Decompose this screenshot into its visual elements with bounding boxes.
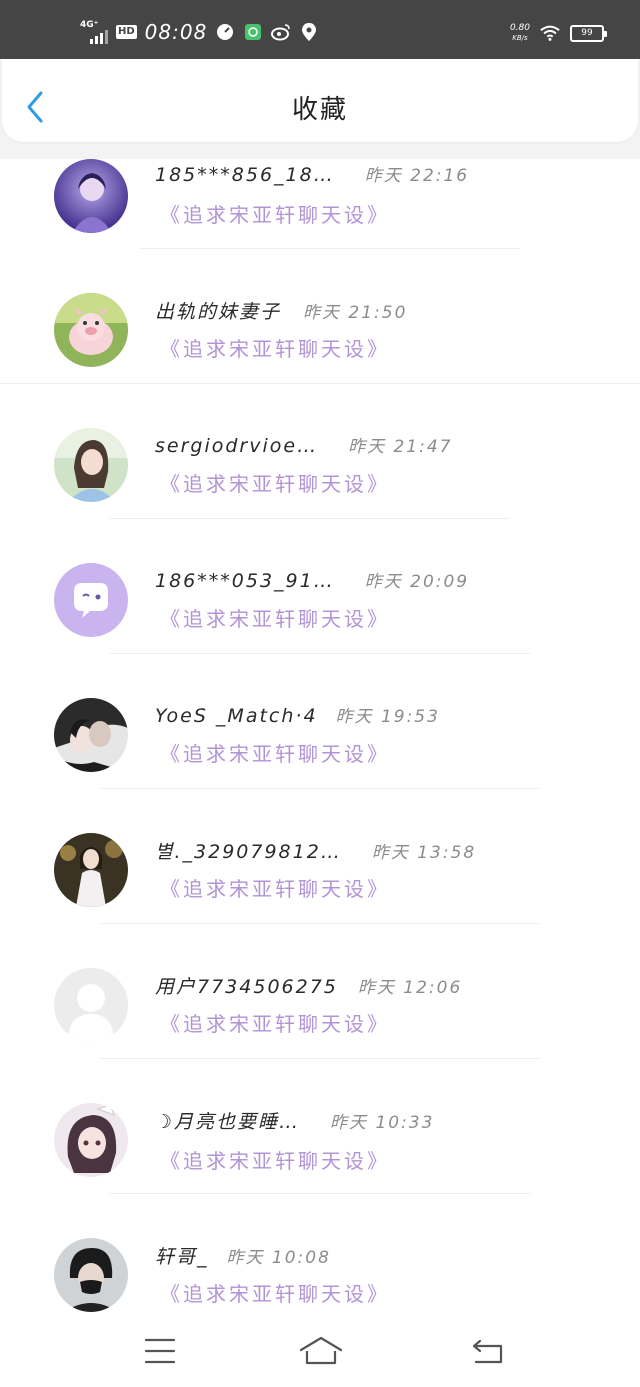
favorites-list: 185***856_18… 昨天 22:16 《追求宋亚轩聊天设》 出轨的妹妻子… (0, 159, 640, 1315)
avatar-chat-bubble-icon (74, 583, 108, 618)
name-line: 轩哥_ 昨天 10:08 (155, 1242, 331, 1269)
name-line: 186***053_91… 昨天 20:09 (155, 567, 469, 592)
avatar[interactable] (54, 1238, 128, 1312)
avatar-masked-man-icon (54, 1238, 128, 1312)
app-icon (243, 22, 263, 42)
list-item[interactable]: YoeS _Match·4 昨天 19:53 《追求宋亚轩聊天设》 (0, 674, 640, 809)
user-name: 用户7734506275 (155, 976, 338, 998)
name-line: 185***856_18… 昨天 22:16 (155, 161, 469, 186)
timestamp: 昨天 10:33 (330, 1113, 435, 1133)
list-item[interactable]: sergiodrvioe… 昨天 21:47 《追求宋亚轩聊天设》 (0, 404, 640, 539)
avatar[interactable] (54, 563, 128, 637)
book-title[interactable]: 《追求宋亚轩聊天设》 (160, 1278, 390, 1307)
page-title: 收藏 (291, 95, 348, 125)
network-type: 4G⁺ (80, 20, 99, 30)
avatar[interactable] (54, 293, 128, 367)
name-line: sergiodrvioe… 昨天 21:47 (155, 432, 452, 457)
back-icon (472, 1339, 503, 1364)
battery-icon: 99 (570, 24, 607, 42)
book-title[interactable]: 《追求宋亚轩聊天设》 (160, 603, 390, 632)
list-item[interactable]: 별._329079812… 昨天 13:58 《追求宋亚轩聊天设》 (0, 809, 640, 944)
system-nav-bar (0, 1315, 640, 1387)
name-line: 用户7734506275 昨天 12:06 (155, 972, 462, 999)
weibo-icon (271, 22, 291, 42)
cellular-signal-icon: 4G⁺ (80, 20, 108, 44)
battery-level: 99 (581, 27, 593, 38)
status-bar: 4G⁺ HD 08:08 0.80 KB/s 99 (0, 0, 640, 59)
user-name: ☽月亮也要睡… (155, 1111, 301, 1133)
list-item[interactable]: 185***856_18… 昨天 22:16 《追求宋亚轩聊天设》 (0, 159, 640, 269)
header: 收藏 (0, 59, 640, 159)
list-item[interactable]: 用户7734506275 昨天 12:06 《追求宋亚轩聊天设》 (0, 944, 640, 1079)
avatar[interactable] (54, 698, 128, 772)
avatar-couple-photo-icon (54, 698, 128, 772)
network-speed: 0.80 KB/s (509, 22, 530, 43)
list-item[interactable]: 出轨的妹妻子 昨天 21:50 《追求宋亚轩聊天设》 (0, 269, 640, 404)
name-line: ☽月亮也要睡… 昨天 10:33 (155, 1107, 434, 1134)
speed-value: 0.80 (509, 22, 530, 33)
user-name: 별._329079812… (155, 841, 342, 863)
menu-button[interactable] (142, 1335, 182, 1367)
user-name: YoeS _Match·4 (155, 705, 318, 727)
avatar-default-user-icon (68, 984, 114, 1042)
divider (110, 1193, 530, 1194)
back-nav-button[interactable] (470, 1335, 510, 1367)
list-item[interactable]: 轩哥_ 昨天 10:08 《追求宋亚轩聊天设》 (0, 1214, 640, 1315)
hd-badge: HD (116, 25, 137, 39)
home-button[interactable] (298, 1335, 344, 1367)
divider (110, 518, 510, 519)
speedometer-icon (215, 22, 235, 42)
timestamp: 昨天 21:47 (348, 437, 453, 457)
name-line: YoeS _Match·4 昨天 19:53 (155, 702, 440, 727)
user-name: 轩哥_ (155, 1246, 209, 1268)
avatar[interactable] (54, 1103, 128, 1177)
user-name: 186***053_91… (155, 570, 335, 592)
book-title[interactable]: 《追求宋亚轩聊天设》 (160, 738, 390, 767)
avatar-girl-photo-icon (54, 428, 128, 502)
user-name: 185***856_18… (155, 164, 335, 186)
avatar[interactable] (54, 428, 128, 502)
divider (0, 383, 640, 384)
book-title[interactable]: 《追求宋亚轩聊天设》 (160, 1008, 390, 1037)
avatar-dress-photo-icon (54, 833, 128, 907)
timestamp: 昨天 20:09 (364, 572, 470, 592)
avatar[interactable] (54, 968, 128, 1042)
book-title[interactable]: 《追求宋亚轩聊天设》 (160, 873, 390, 902)
timestamp: 昨天 12:06 (357, 978, 463, 998)
divider (100, 1058, 540, 1059)
timestamp: 昨天 21:50 (303, 303, 408, 323)
book-title[interactable]: 《追求宋亚轩聊天设》 (160, 333, 390, 362)
book-title[interactable]: 《追求宋亚轩聊天设》 (160, 1145, 390, 1174)
location-icon (299, 22, 319, 42)
user-name: sergiodrvioe… (155, 435, 319, 457)
timestamp: 昨天 22:16 (364, 166, 470, 186)
avatar[interactable] (54, 159, 128, 233)
divider (110, 653, 530, 654)
clock: 08:08 (144, 20, 208, 44)
home-icon (299, 1336, 343, 1365)
menu-icon (144, 1338, 176, 1364)
book-title[interactable]: 《追求宋亚轩聊天设》 (160, 199, 390, 228)
avatar-anime-girl-icon (54, 1103, 128, 1177)
divider (100, 923, 540, 924)
header-card: 收藏 (2, 59, 638, 142)
timestamp: 昨天 10:08 (226, 1248, 331, 1268)
divider (140, 248, 520, 249)
book-title[interactable]: 《追求宋亚轩聊天设》 (160, 468, 390, 497)
user-name: 出轨的妹妻子 (155, 301, 282, 323)
avatar[interactable] (54, 833, 128, 907)
name-line: 出轨的妹妻子 昨天 21:50 (155, 297, 407, 324)
timestamp: 昨天 19:53 (335, 707, 440, 727)
speed-unit: KB/s (512, 33, 528, 42)
avatar-pig-toy-icon (54, 293, 128, 367)
wifi-icon (540, 23, 560, 43)
timestamp: 昨天 13:58 (371, 843, 477, 863)
list-item[interactable]: 186***053_91… 昨天 20:09 《追求宋亚轩聊天设》 (0, 539, 640, 674)
list-item[interactable]: ☽月亮也要睡… 昨天 10:33 《追求宋亚轩聊天设》 (0, 1079, 640, 1214)
divider (100, 788, 540, 789)
avatar-purple-photo-icon (54, 159, 128, 233)
name-line: 별._329079812… 昨天 13:58 (155, 837, 476, 864)
